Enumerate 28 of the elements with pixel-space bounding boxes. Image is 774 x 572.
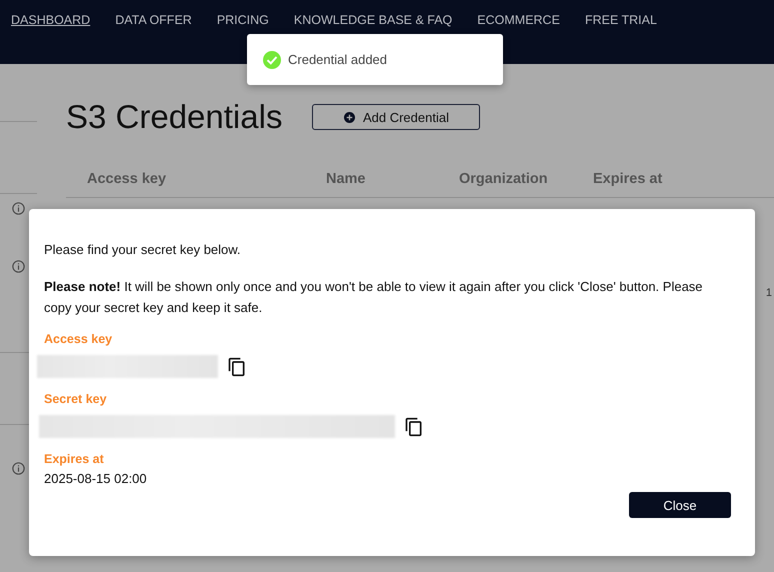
nav-link[interactable]: ECOMMERCE — [477, 13, 560, 27]
close-button[interactable]: Close — [629, 492, 731, 518]
expiry-value: 2025-08-15 02:00 — [44, 471, 148, 486]
nav-link[interactable]: PRICING — [216, 13, 269, 27]
info-icon[interactable] — [12, 202, 25, 215]
table-cell: 1 — [766, 287, 772, 299]
add-credential-button[interactable]: Add Credential — [312, 104, 480, 130]
page-title: S3 Credentials — [66, 98, 282, 136]
field-label: Expires at — [44, 452, 105, 466]
column-header: Expires at — [593, 170, 662, 186]
nav-link[interactable]: KNOWLEDGE BASE & FAQ — [294, 13, 452, 27]
field-label: Access key — [44, 332, 114, 346]
plus-circle-icon — [344, 112, 355, 122]
column-header: Access key — [87, 170, 168, 186]
copy-icon[interactable] — [227, 356, 247, 378]
nav-link[interactable]: FREE TRIAL — [584, 13, 657, 27]
copy-icon[interactable] — [404, 416, 424, 438]
note-text: Please note! It will be shown only once and you won't be able to view it again after you click 'Close' button. Please copy your secret key and keep it safe. — [44, 278, 704, 317]
nav-link[interactable]: DASHBOARD — [11, 13, 90, 27]
toast-message: Credential added — [288, 52, 388, 67]
nav-link[interactable]: DATA OFFER — [115, 13, 192, 27]
info-icon[interactable] — [12, 260, 25, 273]
check-circle-icon — [263, 50, 281, 68]
intro-text: Please find your secret key below. — [44, 241, 242, 259]
column-header: Name — [326, 170, 366, 186]
info-icon[interactable] — [12, 462, 25, 475]
column-header: Organization — [459, 170, 549, 186]
field-label: Secret key — [44, 392, 108, 406]
